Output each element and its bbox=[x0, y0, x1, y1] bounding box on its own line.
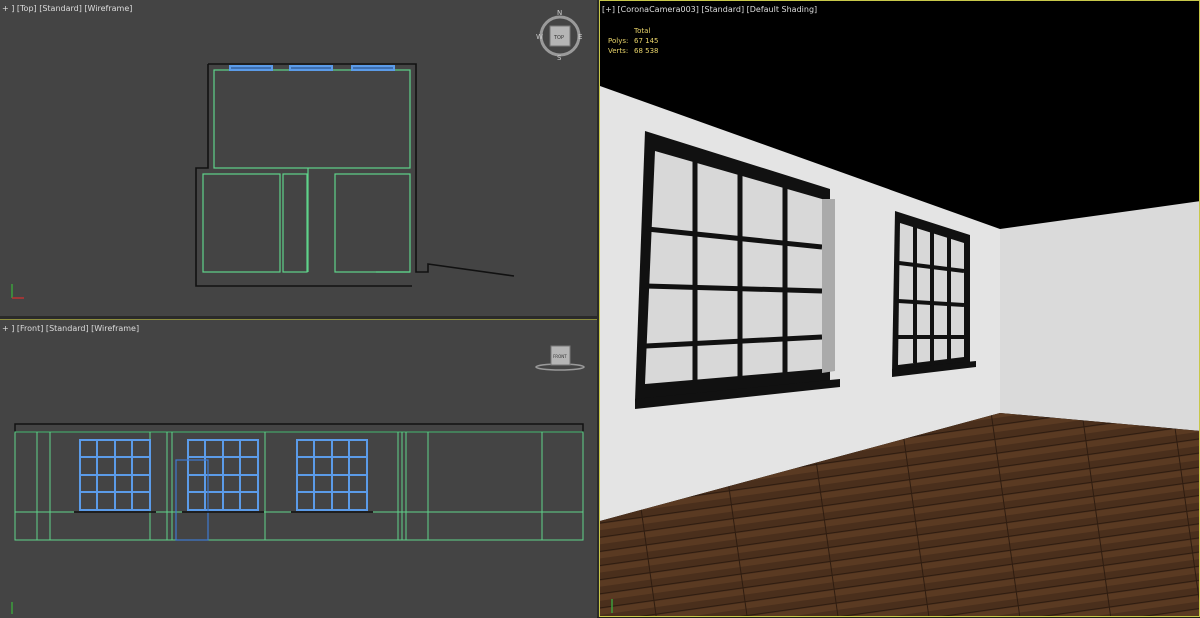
viewport-shading-menu[interactable]: Default Shading bbox=[750, 5, 814, 14]
stats-polys-label: Polys: bbox=[608, 37, 629, 45]
svg-text:N: N bbox=[557, 9, 562, 17]
stats-verts-label: Verts: bbox=[608, 47, 629, 55]
viewport-menu-plus[interactable]: + bbox=[605, 5, 612, 14]
viewport-front[interactable]: + ] [Front] [Standard] [Wireframe] FRONT bbox=[0, 319, 597, 618]
viewport-shading-menu[interactable]: Wireframe bbox=[94, 324, 136, 333]
viewport-menu-plus[interactable]: + bbox=[2, 4, 9, 13]
front-wireframe-drawing: FRONT bbox=[11, 345, 585, 614]
stats-verts-value: 68 538 bbox=[634, 47, 659, 55]
compass-icon: TOP N S W E bbox=[536, 9, 582, 62]
scene-statistics: Total Polys: 67 145 Verts: 68 538 bbox=[608, 26, 659, 56]
viewport-mode-menu[interactable]: Standard bbox=[49, 324, 85, 333]
viewport-shading-menu[interactable]: Wireframe bbox=[88, 4, 130, 13]
viewport-mode-menu[interactable]: Standard bbox=[42, 4, 78, 13]
viewport-camera-label[interactable]: [+] [CoronaCamera003] [Standard] [Defaul… bbox=[602, 5, 817, 14]
viewport-mode-menu[interactable]: Standard bbox=[705, 5, 741, 14]
viewport-view-menu[interactable]: Front bbox=[20, 324, 40, 333]
viewport-menu-plus[interactable]: + bbox=[2, 324, 9, 333]
viewport-view-menu[interactable]: CoronaCamera003 bbox=[621, 5, 696, 14]
viewport-top[interactable]: + ] [Top] [Standard] [Wireframe] TOP N S… bbox=[0, 0, 597, 316]
viewcube-icon: FRONT bbox=[535, 345, 585, 371]
viewport-front-label[interactable]: + ] [Front] [Standard] [Wireframe] bbox=[2, 324, 139, 333]
svg-text:FRONT: FRONT bbox=[553, 354, 567, 359]
top-wireframe-drawing: TOP N S W E bbox=[11, 9, 582, 299]
svg-text:W: W bbox=[536, 33, 543, 41]
stats-header: Total bbox=[634, 27, 651, 35]
camera-render bbox=[600, 86, 1199, 616]
viewport-top-label[interactable]: + ] [Top] [Standard] [Wireframe] bbox=[2, 4, 132, 13]
axis-gizmo-icon bbox=[11, 284, 24, 299]
viewport-view-menu[interactable]: Top bbox=[20, 4, 34, 13]
stats-polys-value: 67 145 bbox=[634, 37, 659, 45]
window-right bbox=[892, 211, 976, 377]
svg-text:S: S bbox=[557, 54, 562, 62]
svg-text:TOP: TOP bbox=[553, 35, 564, 41]
svg-text:E: E bbox=[578, 33, 582, 41]
viewport-camera[interactable]: [+] [CoronaCamera003] [Standard] [Defaul… bbox=[599, 0, 1200, 617]
